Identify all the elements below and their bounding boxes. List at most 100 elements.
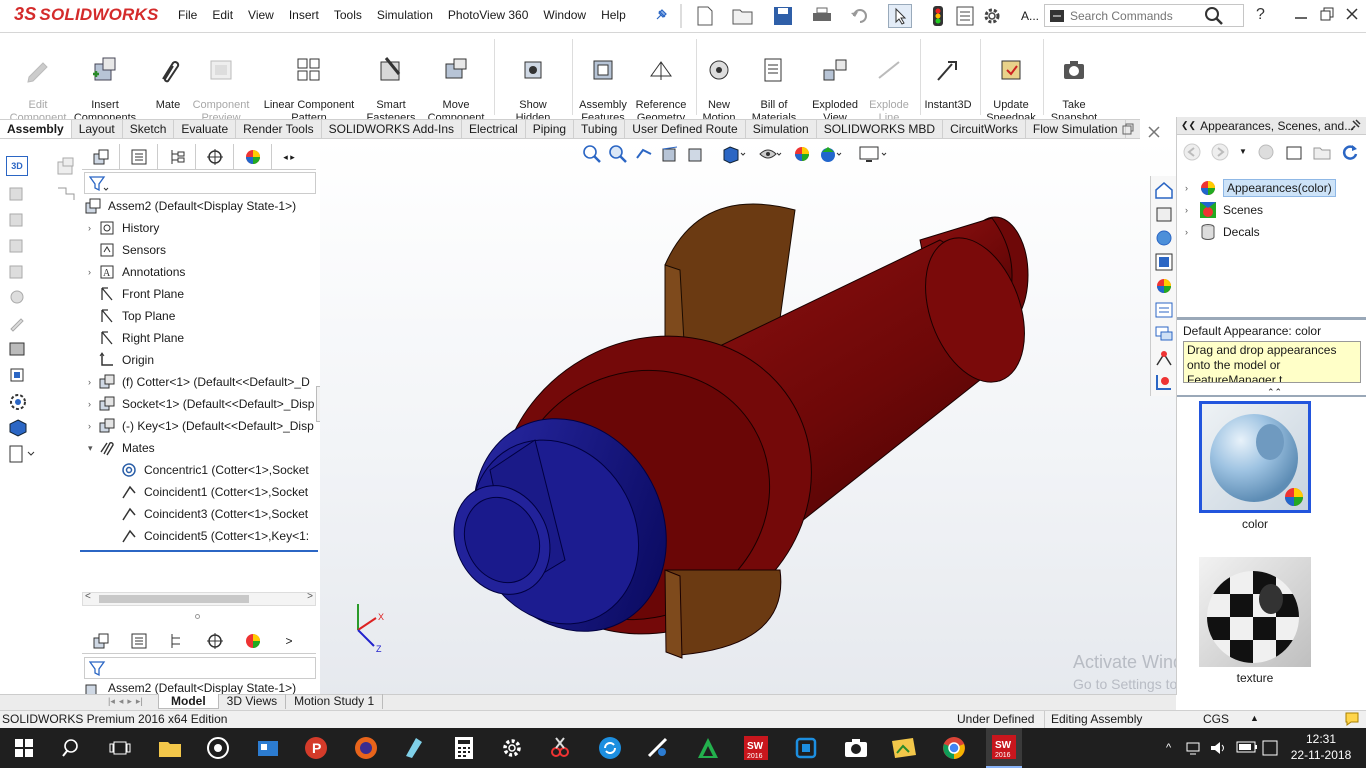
swatch-color[interactable]: [1199, 401, 1311, 513]
calculator-icon[interactable]: [450, 734, 478, 762]
firefox-icon[interactable]: [352, 734, 380, 762]
solidworks-2016-launcher-icon[interactable]: SW 2016: [742, 734, 770, 762]
tab-simulation[interactable]: Simulation: [746, 120, 817, 138]
windows-start-icon[interactable]: [10, 734, 38, 762]
close-window-icon[interactable]: [1345, 7, 1359, 21]
minimize-icon[interactable]: [1294, 8, 1308, 22]
add-folder-icon[interactable]: [1285, 143, 1303, 161]
exploded-view-button[interactable]: Exploded View: [804, 43, 866, 125]
view-palette-icon[interactable]: [1154, 252, 1174, 272]
bill-of-materials-button[interactable]: Bill of Materials: [746, 43, 802, 125]
tree-item[interactable]: Concentric1 (Cotter<1>,Socket: [110, 460, 318, 480]
sync-icon[interactable]: [596, 734, 624, 762]
motion-icon[interactable]: [1154, 348, 1174, 368]
tree-item[interactable]: › Socket<1> (Default<<Default>_Disp: [88, 394, 318, 414]
expand-arrow-icon[interactable]: ›: [88, 421, 98, 431]
search-input[interactable]: [1070, 8, 1200, 23]
undo-icon[interactable]: [850, 7, 870, 25]
solidworks-plastics-icon[interactable]: [1154, 372, 1174, 392]
open-folder-icon[interactable]: [732, 6, 754, 26]
screen-capture-icon[interactable]: [792, 734, 820, 762]
lower-filter-box[interactable]: [84, 657, 316, 679]
pin-icon[interactable]: [654, 8, 668, 22]
part-icon[interactable]: [8, 184, 26, 202]
show-hidden-icons[interactable]: ^: [1166, 742, 1171, 754]
mate-button[interactable]: Mate: [144, 43, 192, 112]
sheetmetal-icon[interactable]: [8, 210, 26, 228]
save-icon[interactable]: [773, 6, 793, 26]
status-tooltip-icon[interactable]: [1344, 711, 1360, 727]
tab-assembly[interactable]: Assembly: [0, 120, 72, 138]
tree-item[interactable]: Coincident5 (Cotter<1>,Key<1:: [110, 526, 318, 546]
weldment-icon[interactable]: [8, 262, 26, 280]
tree-item[interactable]: › History: [88, 218, 318, 238]
bottom-tab-model[interactable]: Model: [158, 694, 219, 709]
expand-appearances-icon[interactable]: ›: [1185, 183, 1199, 193]
collapse-arrow-icon[interactable]: ▾: [88, 443, 98, 454]
expand-scenes-icon[interactable]: ›: [1185, 205, 1199, 215]
history-dropdown-icon[interactable]: ▼: [1239, 147, 1247, 161]
rebuild-icon[interactable]: [932, 5, 944, 27]
units-dropdown-icon[interactable]: ▲: [1250, 713, 1259, 723]
create-folder-icon[interactable]: [1313, 143, 1331, 161]
tab-solidworks-addins[interactable]: SOLIDWORKS Add-Ins: [322, 120, 462, 138]
bottom-tab-3d-views[interactable]: 3D Views: [219, 694, 287, 709]
update-speedpak-button[interactable]: Update Speedpak: [982, 43, 1040, 125]
control-panel-icon[interactable]: [254, 734, 282, 762]
tab-navigation-arrows[interactable]: |◂ ◂ ▸ ▸|: [108, 696, 143, 707]
tab-tubing[interactable]: Tubing: [574, 120, 626, 138]
tree-item[interactable]: Coincident3 (Cotter<1>,Socket: [110, 504, 318, 524]
restore-icon[interactable]: [1320, 7, 1334, 21]
battery-icon[interactable]: [1236, 740, 1258, 754]
green-triangle-app-icon[interactable]: [694, 734, 722, 762]
lower-tree-root[interactable]: Assem2 (Default<Display State-1>): [84, 681, 318, 695]
rollback-bar[interactable]: [80, 550, 318, 552]
scroll-right-icon[interactable]: >: [307, 591, 313, 602]
expand-arrow-icon[interactable]: ›: [88, 377, 98, 387]
tab-piping[interactable]: Piping: [526, 120, 575, 138]
tree-item[interactable]: Sensors: [88, 240, 318, 260]
help-icon[interactable]: ?: [1256, 6, 1265, 24]
options-gear-icon[interactable]: [982, 6, 1002, 26]
tab-circuitworks[interactable]: CircuitWorks: [943, 120, 1026, 138]
expand-arrow-icon[interactable]: ›: [88, 267, 98, 277]
language-icon[interactable]: [1262, 740, 1278, 756]
design-library-icon[interactable]: [1154, 204, 1174, 224]
gear-part-icon[interactable]: [8, 392, 28, 412]
tab-layout[interactable]: Layout: [72, 120, 123, 138]
3d-model[interactable]: [320, 140, 1176, 696]
take-snapshot-button[interactable]: Take Snapshot: [1044, 43, 1104, 125]
hierarchy-icon[interactable]: [56, 184, 76, 204]
tree-item[interactable]: › (-) Key<1> (Default<<Default>_Disp: [88, 416, 318, 436]
forum-icon[interactable]: [1154, 324, 1174, 344]
smart-fasteners-button[interactable]: Smart Fasteners: [362, 43, 420, 125]
cotter-bottom[interactable]: [664, 569, 782, 656]
file-explorer-icon[interactable]: [1154, 228, 1174, 248]
tree-item[interactable]: ▾ Mates: [88, 438, 318, 458]
tree-item[interactable]: Origin: [88, 350, 318, 370]
file-properties-icon[interactable]: [956, 6, 974, 26]
pin-pane-icon[interactable]: [1349, 118, 1361, 132]
camera-app-icon[interactable]: [842, 734, 870, 762]
menu-simulation[interactable]: Simulation: [377, 8, 433, 22]
chrome-icon[interactable]: [940, 734, 968, 762]
lower-property-tab-icon[interactable]: [120, 628, 158, 653]
layers-icon[interactable]: [8, 340, 26, 358]
tab-flow-simulation[interactable]: Flow Simulation: [1026, 120, 1126, 138]
tree-item[interactable]: Top Plane: [88, 306, 318, 326]
close-document-icon[interactable]: [1148, 126, 1160, 138]
scroll-thumb[interactable]: [99, 595, 249, 603]
tree-item[interactable]: › A Annotations: [88, 262, 318, 282]
tab-scroll-arrows[interactable]: ◂ ▸: [272, 144, 306, 170]
pane-splitter[interactable]: [1177, 317, 1366, 320]
menu-file[interactable]: File: [178, 8, 197, 22]
lower-display-tab-icon[interactable]: [234, 628, 272, 653]
tree-root-assembly[interactable]: Assem2 (Default<Display State-1>): [84, 196, 318, 216]
mold-icon[interactable]: [8, 288, 26, 306]
appearances-scenes-icon[interactable]: [1154, 276, 1174, 296]
back-icon[interactable]: [1183, 143, 1201, 161]
menu-window[interactable]: Window: [543, 8, 586, 22]
solidworks-resources-home-icon[interactable]: [1154, 180, 1174, 200]
featuremanager-tree-tab-icon[interactable]: [82, 144, 120, 170]
settings-gear-icon[interactable]: [498, 734, 526, 762]
